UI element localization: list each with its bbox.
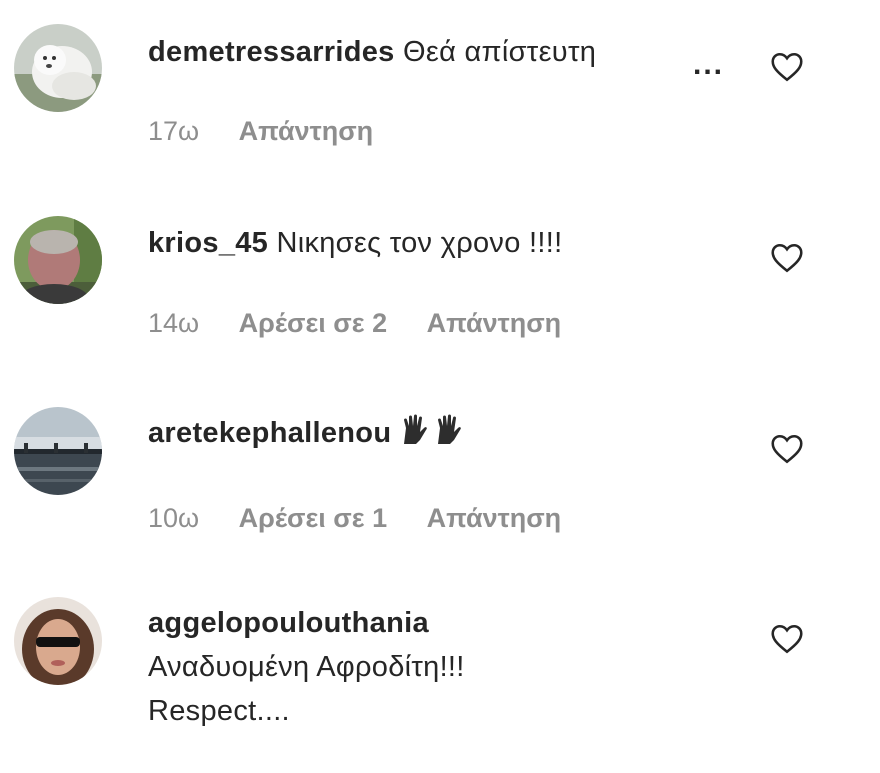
like-button[interactable] (768, 49, 806, 85)
like-button[interactable] (768, 431, 806, 467)
heart-outline-icon (771, 243, 803, 273)
comment-item: krios_45 Νικησες τον χρονο !!!! 14ω Αρέσ… (0, 190, 880, 385)
like-button[interactable] (768, 240, 806, 276)
raised-hands-emoji (400, 414, 472, 459)
like-button[interactable] (768, 621, 806, 657)
comment-timestamp[interactable]: 17ω (148, 116, 199, 146)
reply-button[interactable]: Απάντηση (427, 503, 562, 533)
man-outdoors-avatar-image (14, 216, 102, 304)
avatar[interactable] (14, 24, 102, 112)
reply-button[interactable]: Απάντηση (427, 308, 562, 338)
comment-text-line-2: Respect.... (148, 695, 290, 727)
comment-text: Νικησες τον χρονο !!!! (276, 227, 563, 259)
likes-count[interactable]: Αρέσει σε 2 (239, 308, 387, 338)
comment-username[interactable]: krios_45 (148, 227, 268, 259)
comment-username[interactable]: aggelopoulouthania (148, 601, 748, 645)
comment-item: demetressarrides Θεά απίστευτη ... 17ω Α… (0, 0, 880, 190)
comment-timestamp[interactable]: 10ω (148, 503, 199, 533)
avatar[interactable] (14, 407, 102, 495)
heart-outline-icon (771, 52, 803, 82)
comment-timestamp[interactable]: 14ω (148, 308, 199, 338)
avatar[interactable] (14, 597, 102, 685)
bridge-landscape-avatar-image (14, 407, 102, 495)
comment-username[interactable]: demetressarrides (148, 36, 395, 68)
white-dog-avatar-image (14, 24, 102, 112)
woman-sunglasses-avatar-image (14, 597, 102, 685)
avatar[interactable] (14, 216, 102, 304)
heart-outline-icon (771, 624, 803, 654)
comment-text: Θεά απίστευτη (402, 36, 597, 68)
comment-item: aretekephallenou 10ω Αρέσει σε 1 Απάντησ… (0, 385, 880, 575)
comment-item: aggelopoulouthania Αναδυομένη Αφροδίτη!!… (0, 575, 880, 773)
reply-button[interactable]: Απάντηση (239, 116, 374, 146)
heart-outline-icon (771, 434, 803, 464)
likes-count[interactable]: Αρέσει σε 1 (239, 503, 387, 533)
comment-text-line-1: Αναδυομένη Αφροδίτη!!! (148, 651, 465, 683)
more-button[interactable]: ... (693, 48, 724, 82)
comment-username[interactable]: aretekephallenou (148, 417, 391, 449)
